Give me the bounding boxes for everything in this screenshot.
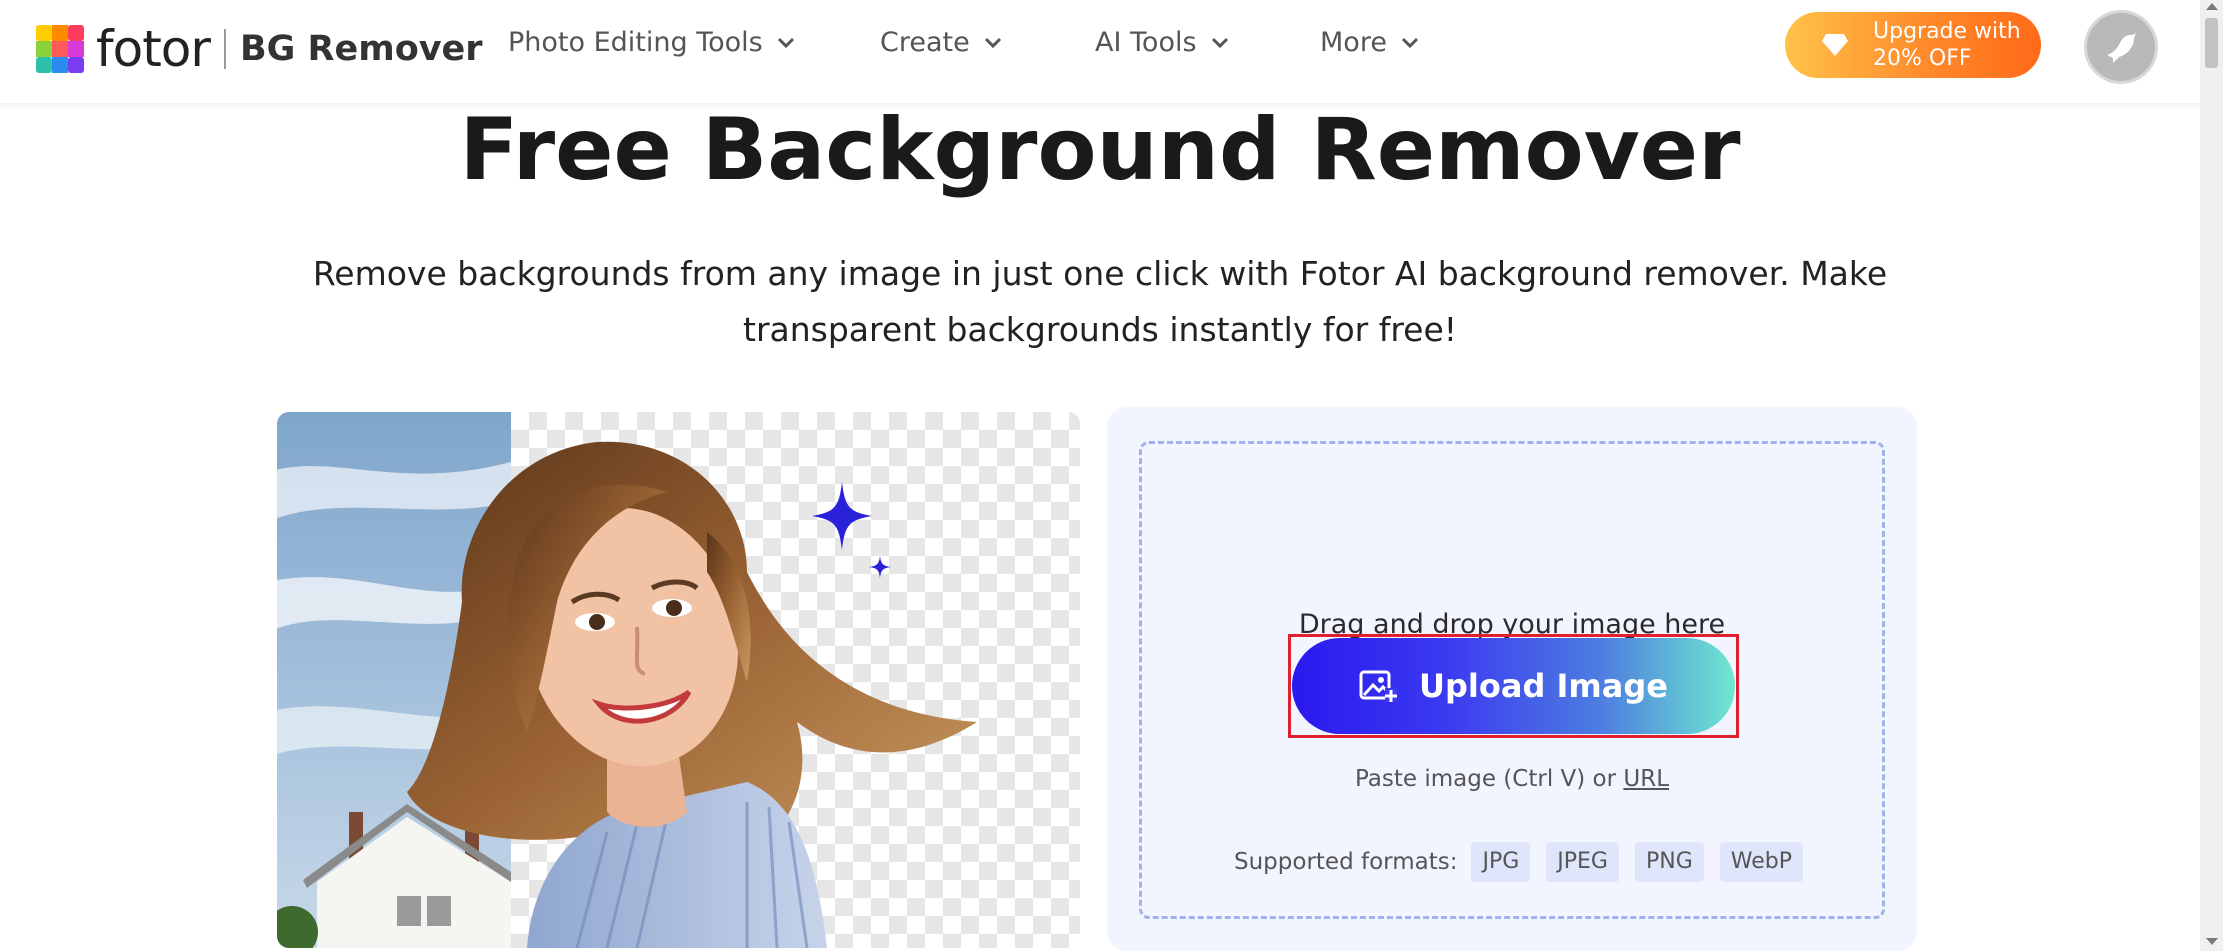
scroll-up-arrow-icon[interactable] — [2206, 3, 2218, 10]
upload-card: Drag and drop your image here Upload Ima… — [1107, 407, 1917, 951]
nav-photo-editing-tools[interactable]: Photo Editing Tools — [508, 27, 795, 58]
product-name: BG Remover — [239, 29, 483, 69]
format-badge-jpeg: JPEG — [1546, 842, 1619, 882]
upload-button-label: Upload Image — [1419, 667, 1668, 705]
subtitle-line2: transparent backgrounds instantly for fr… — [743, 310, 1457, 349]
fotor-logo-icon — [36, 25, 84, 73]
subtitle-line1: Remove backgrounds from any image in jus… — [312, 254, 1888, 293]
fotor-logo[interactable]: fotor BG Remover — [36, 20, 483, 78]
upgrade-text: Upgrade with 20% OFF — [1873, 18, 2021, 72]
scroll-thumb[interactable] — [2205, 18, 2218, 68]
logo-wordmark: fotor — [96, 20, 211, 78]
nav-create[interactable]: Create — [880, 27, 1002, 58]
image-add-icon — [1359, 670, 1398, 702]
nav-more[interactable]: More — [1320, 27, 1419, 58]
url-link[interactable]: URL — [1623, 766, 1669, 792]
format-badge-png: PNG — [1634, 842, 1704, 882]
paste-hint: Paste image (Ctrl V) or URL — [1142, 766, 1882, 792]
upgrade-line1: Upgrade with — [1873, 19, 2021, 44]
bird-icon — [2107, 33, 2136, 63]
scroll-down-arrow-icon[interactable] — [2206, 938, 2218, 945]
nav-label: AI Tools — [1095, 27, 1197, 58]
chevron-down-icon — [1401, 37, 1418, 48]
diamond-icon — [1822, 34, 1848, 56]
nav-label: Create — [880, 27, 970, 58]
upgrade-line2: 20% OFF — [1873, 46, 1972, 71]
chevron-down-icon — [777, 37, 794, 48]
chevron-down-icon — [1211, 37, 1228, 48]
user-avatar[interactable] — [2084, 10, 2158, 84]
nav-label: More — [1320, 27, 1387, 58]
paste-text: Paste image (Ctrl V) or — [1354, 766, 1624, 792]
top-nav-bar: fotor BG Remover Photo Editing Tools Cre… — [0, 0, 2200, 103]
nav-ai-tools[interactable]: AI Tools — [1095, 27, 1229, 58]
format-badge-webp: WebP — [1719, 842, 1803, 882]
page-scrollbar[interactable] — [2200, 0, 2223, 951]
upgrade-button[interactable]: Upgrade with 20% OFF — [1785, 12, 2041, 78]
formats-label: Supported formats: — [1234, 849, 1458, 875]
format-badge-jpg: JPG — [1471, 842, 1531, 882]
chevron-down-icon — [984, 37, 1001, 48]
logo-divider — [223, 29, 226, 69]
supported-formats: Supported formats: JPG JPEG PNG WebP — [1234, 842, 1819, 882]
nav-label: Photo Editing Tools — [508, 27, 763, 58]
upload-image-button[interactable]: Upload Image — [1292, 638, 1735, 734]
page-subtitle: Remove backgrounds from any image in jus… — [290, 246, 1910, 358]
page-title: Free Background Remover — [459, 100, 1741, 200]
demo-before-after-image — [277, 412, 1080, 948]
drop-zone[interactable]: Drag and drop your image here Upload Ima… — [1139, 441, 1885, 919]
